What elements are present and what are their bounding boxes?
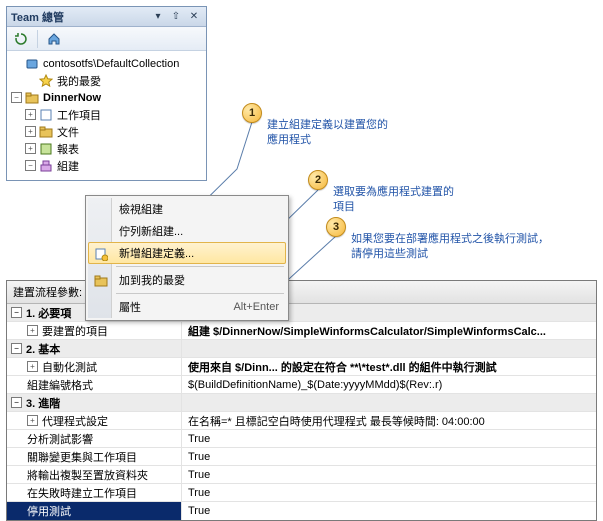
grid-row-copy-outputs[interactable]: 將輸出複製至置放資料夾 True [7,466,596,484]
callout-3: 如果您要在部署應用程式之後執行測試， 請停用這些測試 [351,232,549,262]
menu-queue-label: 佇列新組建... [119,223,183,239]
collapse-icon[interactable]: − [25,160,36,171]
menu-view-builds-label: 檢視組建 [119,201,163,217]
tree-workitems[interactable]: + 工作項目 [7,106,206,123]
collapse-icon[interactable]: − [11,92,22,103]
callout-1: 建立組建定義以建置您的 應用程式 [267,118,388,148]
tool-refresh-button[interactable] [11,29,31,49]
callout-2: 選取要為應用程式建置的 項目 [333,185,454,215]
collapse-icon[interactable]: − [11,307,22,318]
grid-row-create-wi-on-failure[interactable]: 在失敗時建立工作項目 True [7,484,596,502]
dropdown-icon[interactable]: ▾ [150,9,166,25]
expand-icon[interactable]: + [25,126,36,137]
tree-project-label: DinnerNow [43,92,101,104]
tree-collection[interactable]: contosotfs\DefaultCollection [7,55,206,72]
tree-builds-label: 組建 [57,158,79,174]
tree-documents[interactable]: + 文件 [7,123,206,140]
grid-row-agent-settings[interactable]: +代理程式設定 在名稱=* 且標記空白時使用代理程式 最長等候時間: 04:00… [7,412,596,430]
tree-favorites[interactable]: 我的最愛 [7,72,206,89]
expand-icon[interactable]: + [27,325,38,336]
tree-reports[interactable]: + 報表 [7,140,206,157]
menu-view-builds[interactable]: 檢視組建 [88,198,286,220]
menu-add-to-favorites[interactable]: 加到我的最愛 [88,269,286,291]
menu-properties[interactable]: 屬性 Alt+Enter [88,296,286,318]
grid-row-automated-tests[interactable]: +自動化測試 使用來自 $/Dinn... 的設定在符合 **\*test*.d… [7,358,596,376]
tree-reports-label: 報表 [57,141,79,157]
tool-home-button[interactable] [44,29,64,49]
grid-section-advanced[interactable]: −3. 進階 [7,394,596,412]
team-explorer-panel: Team 總管 ▾ ⇧ ✕ contosotfs\DefaultCollecti… [6,6,207,181]
close-icon[interactable]: ✕ [186,9,202,25]
menu-separator [116,266,284,267]
tree: contosotfs\DefaultCollection 我的最愛 − Dinn… [7,51,206,180]
collapse-icon[interactable]: − [11,343,22,354]
collapse-icon[interactable]: − [11,397,22,408]
grid-row-disable-tests[interactable]: 停用測試 True [7,502,596,520]
callout-bubble-1: 1 [242,103,262,123]
build-icon [38,158,54,174]
report-icon [38,141,54,157]
expand-icon[interactable]: + [27,361,38,372]
tree-workitems-label: 工作項目 [57,107,101,123]
panel-title: Team 總管 [11,9,148,25]
menu-new-build-definition[interactable]: 新增組建定義... [88,242,286,264]
add-favorite-icon [93,273,109,289]
menu-new-build-def-label: 新增組建定義... [119,245,194,261]
panel-toolbar [7,27,206,51]
grid-row-analyze-test-impact[interactable]: 分析測試影響 True [7,430,596,448]
project-icon [24,90,40,106]
new-build-def-icon [93,246,109,262]
collection-icon [24,56,40,72]
workitems-icon [38,107,54,123]
folder-icon [38,124,54,140]
tree-fav-label: 我的最愛 [57,73,101,89]
grid-row-items-to-build[interactable]: +要建置的項目 組建 $/DinnerNow/SimpleWinformsCal… [7,322,596,340]
callout-bubble-3: 3 [326,217,346,237]
menu-separator [116,293,284,294]
tree-documents-label: 文件 [57,124,79,140]
tree-collection-label: contosotfs\DefaultCollection [43,58,179,70]
menu-addfav-label: 加到我的最愛 [119,272,185,288]
expand-icon[interactable]: + [25,109,36,120]
toolbar-separator [37,30,38,48]
pin-icon[interactable]: ⇧ [168,9,184,25]
expand-icon[interactable]: + [25,143,36,154]
tree-builds[interactable]: − 組建 [7,157,206,174]
callout-bubble-2: 2 [308,170,328,190]
panel-titlebar: Team 總管 ▾ ⇧ ✕ [7,7,206,27]
tree-project[interactable]: − DinnerNow [7,89,206,106]
menu-properties-label: 屬性 [119,299,141,315]
grid-row-build-number-format[interactable]: 組建編號格式 $(BuildDefinitionName)_$(Date:yyy… [7,376,596,394]
menu-queue-new-build[interactable]: 佇列新組建... [88,220,286,242]
expand-icon[interactable]: + [27,415,38,426]
builds-context-menu: 檢視組建 佇列新組建... 新增組建定義... 加到我的最愛 屬性 Alt+En… [85,195,289,321]
star-icon [38,73,54,89]
menu-properties-shortcut: Alt+Enter [233,301,279,313]
grid-row-associate-changesets[interactable]: 關聯變更集與工作項目 True [7,448,596,466]
grid-section-basic[interactable]: −2. 基本 [7,340,596,358]
